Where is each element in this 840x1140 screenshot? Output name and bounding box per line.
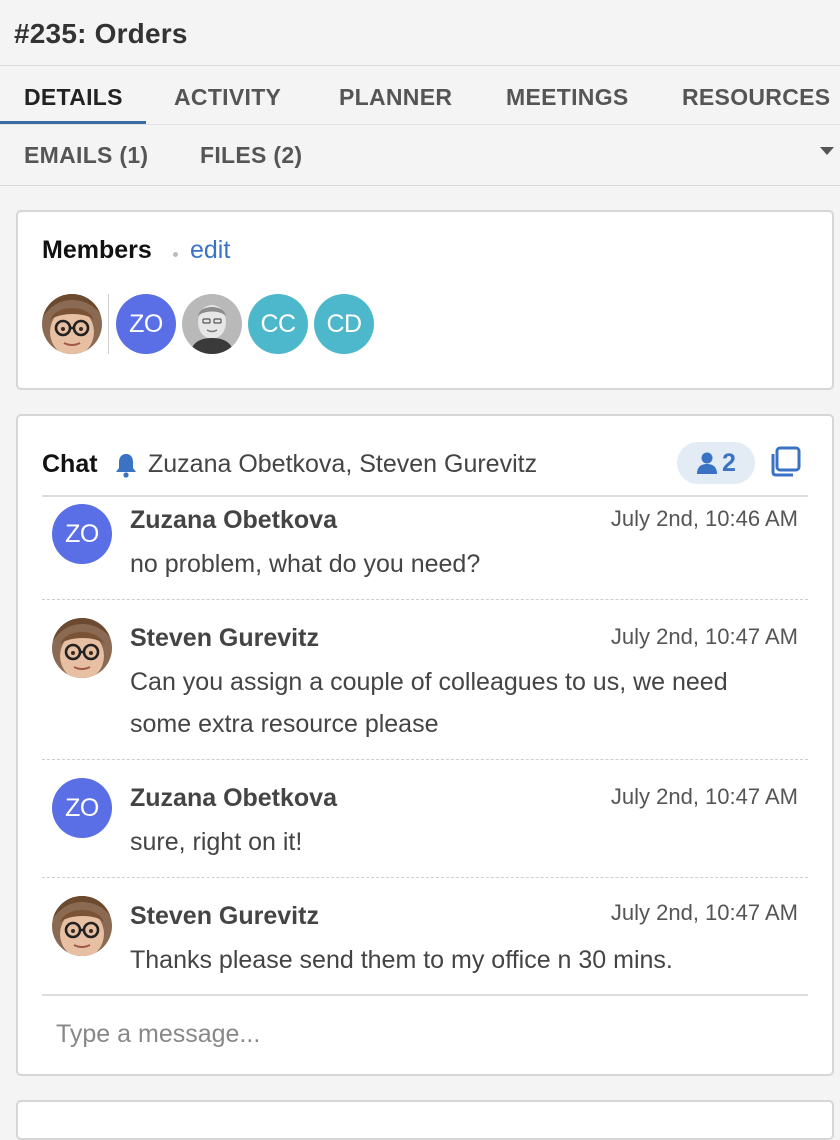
tab-details[interactable]: DETAILS bbox=[24, 84, 123, 111]
message-timestamp: July 2nd, 10:47 AM bbox=[610, 784, 798, 809]
message-timestamp: July 2nd, 10:47 AM bbox=[610, 624, 798, 649]
chat-heading: Chat bbox=[42, 450, 98, 478]
avatar[interactable]: ZO bbox=[52, 778, 112, 838]
composer-divider bbox=[42, 994, 808, 996]
tab-planner[interactable]: PLANNER bbox=[339, 84, 452, 111]
participants-count: 2 bbox=[722, 448, 736, 477]
title-bar: #235: Orders bbox=[0, 0, 840, 66]
message-text: no problem, what do you need? bbox=[130, 550, 481, 578]
message-timestamp: July 2nd, 10:46 AM bbox=[610, 506, 798, 531]
message-text: Thanks please send them to my office n 3… bbox=[130, 946, 673, 974]
chat-message: Steven Gurevitz July 2nd, 10:47 AM Can y… bbox=[42, 600, 808, 760]
tab-meetings[interactable]: MEETINGS bbox=[506, 84, 629, 111]
chat-header-divider bbox=[42, 495, 808, 497]
chat-message: ZO Zuzana Obetkova July 2nd, 10:47 AM su… bbox=[42, 760, 808, 878]
message-timestamp: July 2nd, 10:47 AM bbox=[610, 900, 798, 925]
popout-window-icon[interactable] bbox=[768, 445, 802, 479]
participants-count-button[interactable]: 2 bbox=[677, 442, 755, 484]
tab-activity[interactable]: ACTIVITY bbox=[174, 84, 281, 111]
avatar[interactable]: ZO bbox=[116, 294, 176, 354]
members-heading: Members bbox=[42, 236, 152, 264]
members-card: Members edit ZO CC CD bbox=[16, 210, 834, 390]
chat-message: Steven Gurevitz July 2nd, 10:47 AM Thank… bbox=[42, 878, 808, 994]
tab-files[interactable]: FILES (2) bbox=[200, 142, 302, 169]
message-text: Can you assign a couple of colleagues to… bbox=[130, 668, 728, 738]
avatar[interactable]: CC bbox=[248, 294, 308, 354]
tab-resources[interactable]: RESOURCES bbox=[682, 84, 830, 111]
message-sender: Zuzana Obetkova bbox=[130, 506, 337, 534]
bell-icon[interactable] bbox=[114, 452, 138, 478]
edit-members-link[interactable]: edit bbox=[190, 236, 230, 265]
tab-row-divider bbox=[0, 124, 840, 125]
tab-bar: DETAILS ACTIVITY PLANNER MEETINGS RESOUR… bbox=[0, 66, 840, 186]
separator-dot bbox=[173, 252, 178, 257]
chevron-down-icon[interactable] bbox=[820, 147, 834, 155]
avatar[interactable]: ZO bbox=[52, 504, 112, 564]
avatar[interactable] bbox=[52, 618, 112, 678]
next-card bbox=[16, 1100, 834, 1140]
avatar[interactable] bbox=[182, 294, 242, 354]
member-divider bbox=[108, 294, 109, 354]
tab-emails[interactable]: EMAILS (1) bbox=[24, 142, 148, 169]
user-icon bbox=[697, 452, 718, 474]
page-title: #235: Orders bbox=[14, 18, 188, 49]
chat-message: ZO Zuzana Obetkova July 2nd, 10:46 AM no… bbox=[42, 498, 808, 600]
avatar[interactable]: CD bbox=[314, 294, 374, 354]
message-text: sure, right on it! bbox=[130, 828, 303, 856]
message-sender: Steven Gurevitz bbox=[130, 902, 319, 930]
message-input[interactable] bbox=[56, 1014, 796, 1054]
message-sender: Zuzana Obetkova bbox=[130, 784, 337, 812]
chat-card: Chat Zuzana Obetkova, Steven Gurevitz 2 … bbox=[16, 414, 834, 1076]
chat-participants: Zuzana Obetkova, Steven Gurevitz bbox=[148, 450, 538, 478]
message-sender: Steven Gurevitz bbox=[130, 624, 319, 652]
avatar[interactable] bbox=[52, 896, 112, 956]
avatar[interactable] bbox=[42, 294, 102, 354]
